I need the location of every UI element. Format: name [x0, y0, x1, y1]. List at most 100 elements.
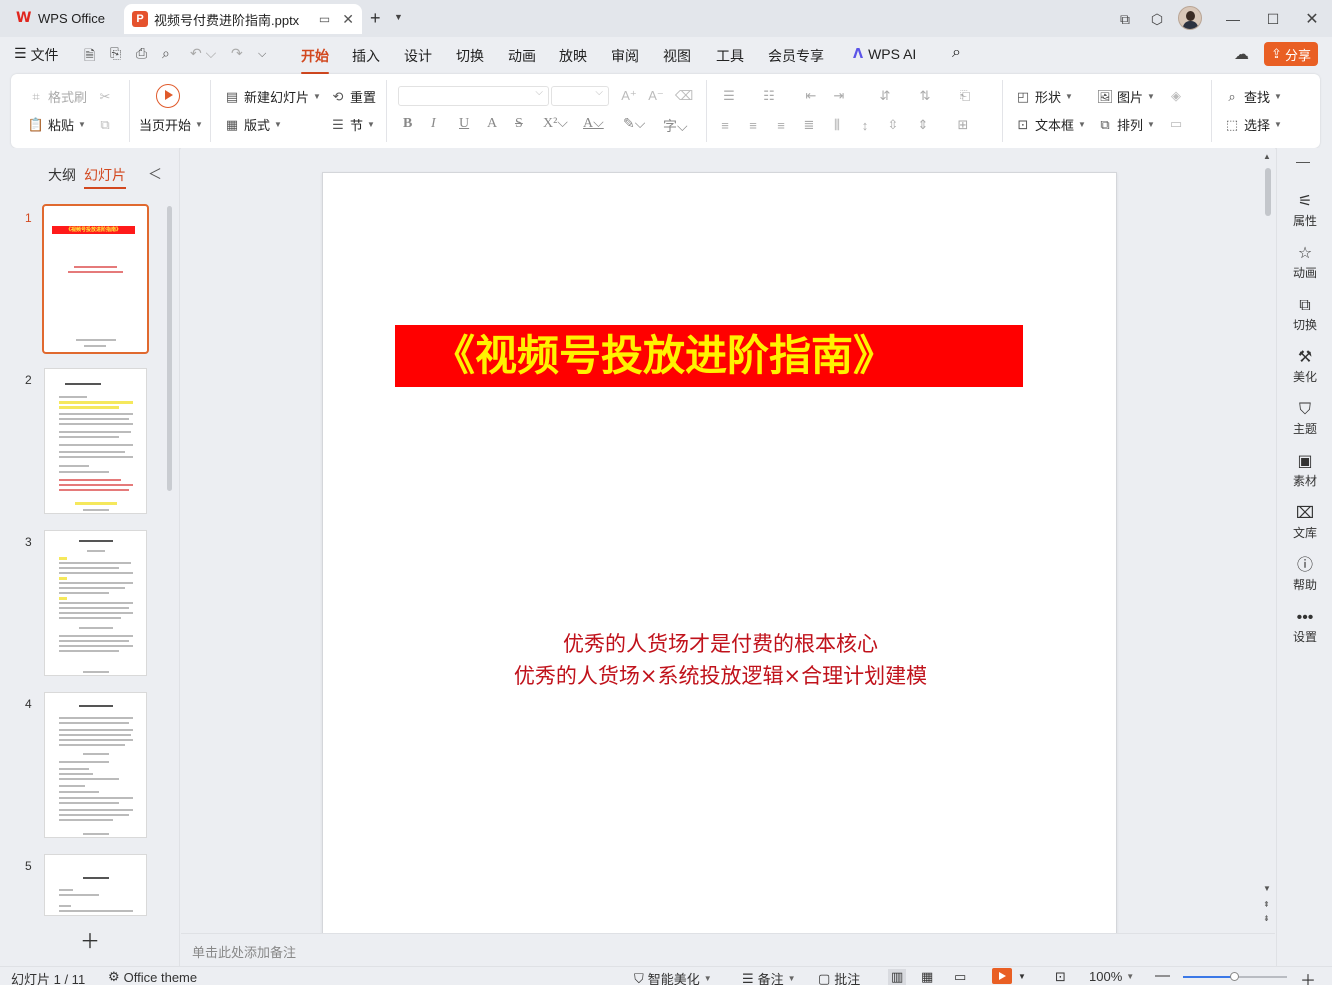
underline-icon[interactable]: U: [459, 116, 469, 132]
align-left-icon[interactable]: ≡: [717, 117, 733, 133]
text-box-align-icon[interactable]: ⊞: [955, 117, 971, 133]
columns-icon[interactable]: ⫼: [829, 117, 845, 133]
scroll-up-icon[interactable]: ▲: [1263, 152, 1271, 161]
zoom-in-icon[interactable]: ＋: [1300, 967, 1316, 985]
sort-icon[interactable]: ⇅: [917, 88, 933, 104]
collapse-panel-icon[interactable]: ＜: [148, 164, 162, 184]
bold-icon[interactable]: B: [403, 116, 412, 132]
layout-button[interactable]: ▦ 版式 ▼: [224, 115, 282, 134]
document-tab[interactable]: P 视频号付费进阶指南.pptx ▭ ✕: [124, 4, 362, 34]
slide-thumbnail-3[interactable]: [44, 530, 147, 676]
slide-subtitle-line-1[interactable]: 优秀的人货场才是付费的根本核心: [323, 628, 1118, 658]
tab-slideshow[interactable]: 放映: [559, 46, 587, 66]
tab-slides[interactable]: 幻灯片: [84, 165, 126, 189]
collapse-sidebar-icon[interactable]: [1296, 162, 1310, 163]
tab-close-icon[interactable]: ✕: [342, 11, 354, 28]
paste-button[interactable]: 📋 粘贴 ▼: [28, 115, 86, 134]
format-painter-button[interactable]: ⌗ 格式刷: [28, 87, 87, 106]
clear-format-icon[interactable]: ⌫: [675, 88, 693, 104]
zoom-level-select[interactable]: 100% ▼: [1089, 969, 1134, 984]
print-icon[interactable]: ⎙: [136, 45, 147, 62]
zoom-slider-knob[interactable]: [1230, 972, 1239, 981]
tab-member[interactable]: 会员专享: [768, 46, 824, 66]
outline-icon[interactable]: ▭: [1168, 116, 1184, 132]
italic-icon[interactable]: I: [431, 116, 436, 132]
print-preview-icon[interactable]: ⌕: [162, 45, 170, 62]
new-tab-button[interactable]: +: [370, 8, 381, 29]
align-right-icon[interactable]: ≡: [773, 117, 789, 133]
font-size-select[interactable]: [551, 86, 609, 106]
tab-home[interactable]: 开始: [301, 46, 329, 74]
select-button[interactable]: ⬚ 选择 ▼: [1224, 115, 1282, 134]
tab-tools[interactable]: 工具: [716, 46, 744, 66]
close-window-icon[interactable]: ✕: [1300, 8, 1324, 30]
picture-button[interactable]: 🖼 图片 ▼: [1097, 87, 1155, 106]
text-direction-icon[interactable]: ⇵: [877, 88, 893, 104]
new-slide-button[interactable]: ▤ 新建幻灯片 ▼: [224, 87, 321, 106]
align-center-icon[interactable]: ≡: [745, 117, 761, 133]
convert-icon[interactable]: ⎗: [957, 88, 973, 104]
from-current-slide-button[interactable]: 当页开始 ▼: [139, 115, 203, 134]
copy-icon[interactable]: ⧉: [97, 117, 113, 133]
next-slide-icon[interactable]: ⇟: [1263, 914, 1270, 923]
sidebar-item-assets[interactable]: ▣ 素材: [1277, 452, 1332, 489]
restore-window-icon[interactable]: ⧉: [1113, 8, 1137, 30]
highlight-icon[interactable]: ✎⌵: [623, 116, 645, 133]
minimize-icon[interactable]: —: [1221, 8, 1245, 30]
section-button[interactable]: ☰ 节 ▼: [330, 115, 375, 134]
tab-transitions[interactable]: 切换: [456, 46, 484, 66]
theme-indicator[interactable]: ⚙ Office theme: [108, 969, 197, 985]
undo-icon[interactable]: ↶ ⌵: [190, 45, 216, 62]
find-button[interactable]: ⌕ 查找 ▼: [1224, 87, 1282, 106]
sidebar-item-library[interactable]: ⌧ 文库: [1277, 504, 1332, 541]
sidebar-item-animation[interactable]: ☆ 动画: [1277, 244, 1332, 281]
shadow-icon[interactable]: A: [487, 116, 497, 132]
user-avatar[interactable]: [1178, 6, 1202, 30]
previous-slide-icon[interactable]: ⇞: [1263, 900, 1270, 909]
char-spacing-icon[interactable]: 字⌵: [663, 116, 688, 136]
justify-icon[interactable]: ≣: [801, 117, 817, 133]
tab-insert[interactable]: 插入: [352, 46, 380, 66]
cut-icon[interactable]: ✂: [97, 89, 113, 105]
tab-pin-icon[interactable]: ▭: [319, 12, 330, 26]
maximize-icon[interactable]: ☐: [1261, 8, 1285, 30]
search-icon[interactable]: ⌕: [952, 44, 961, 62]
slide-thumbnail-2[interactable]: [44, 368, 147, 514]
reading-view-icon[interactable]: ▭: [954, 969, 966, 985]
notes-toggle-button[interactable]: ☰ 备注 ▼: [742, 969, 796, 985]
current-slide[interactable]: 《视频号投放进阶指南》 优秀的人货场才是付费的根本核心 优秀的人货场×系统投放逻…: [322, 172, 1117, 934]
slide-title-box[interactable]: 《视频号投放进阶指南》: [395, 325, 1023, 387]
3d-cube-icon[interactable]: ⬡: [1145, 8, 1169, 30]
tab-review[interactable]: 审阅: [611, 46, 639, 66]
play-icon[interactable]: [156, 84, 180, 108]
slide-thumbnail-5[interactable]: [44, 854, 147, 916]
textbox-button[interactable]: ⊡ 文本框 ▼: [1015, 115, 1086, 134]
new-tab-dropdown-icon[interactable]: ▼: [394, 12, 403, 22]
wps-ai-button[interactable]: ᐱ WPS AI: [853, 46, 916, 62]
numbering-icon[interactable]: ☷: [761, 88, 777, 104]
superscript-icon[interactable]: X²⌵: [543, 116, 568, 132]
fit-to-window-icon[interactable]: ⊡: [1055, 969, 1066, 985]
sidebar-item-transition[interactable]: ⧉ 切换: [1277, 296, 1332, 333]
sidebar-item-theme[interactable]: ⛉ 主题: [1277, 400, 1332, 437]
arrange-button[interactable]: ⧉ 排列 ▼: [1097, 115, 1155, 134]
decrease-font-icon[interactable]: A⁻: [648, 88, 664, 104]
thumbnail-scrollbar[interactable]: [167, 206, 172, 491]
slideshow-dropdown-icon[interactable]: ▼: [1018, 972, 1026, 981]
bullets-icon[interactable]: ☰: [721, 88, 737, 104]
fill-icon[interactable]: ◈: [1168, 88, 1184, 104]
export-icon[interactable]: ⎘: [110, 45, 121, 62]
slide-thumbnail-4[interactable]: [44, 692, 147, 838]
slide-sorter-icon[interactable]: ▦: [921, 969, 933, 985]
wps-office-tab[interactable]: W WPS Office: [6, 4, 117, 32]
line-spacing-icon[interactable]: ↕: [857, 117, 873, 133]
file-menu[interactable]: ☰ 文件: [14, 45, 59, 65]
scroll-down-icon[interactable]: ▼: [1263, 884, 1271, 893]
normal-view-icon[interactable]: ▥: [888, 969, 907, 985]
smart-beautify-button[interactable]: ⛉ 智能美化 ▼: [634, 969, 712, 985]
reset-button[interactable]: ⟲ 重置: [330, 87, 376, 106]
paragraph-spacing-icon[interactable]: ⇳: [885, 117, 901, 133]
cloud-sync-icon[interactable]: ☁: [1234, 45, 1249, 63]
sidebar-item-beautify[interactable]: ⚒ 美化: [1277, 348, 1332, 385]
vertical-scrollbar[interactable]: [1263, 148, 1275, 933]
